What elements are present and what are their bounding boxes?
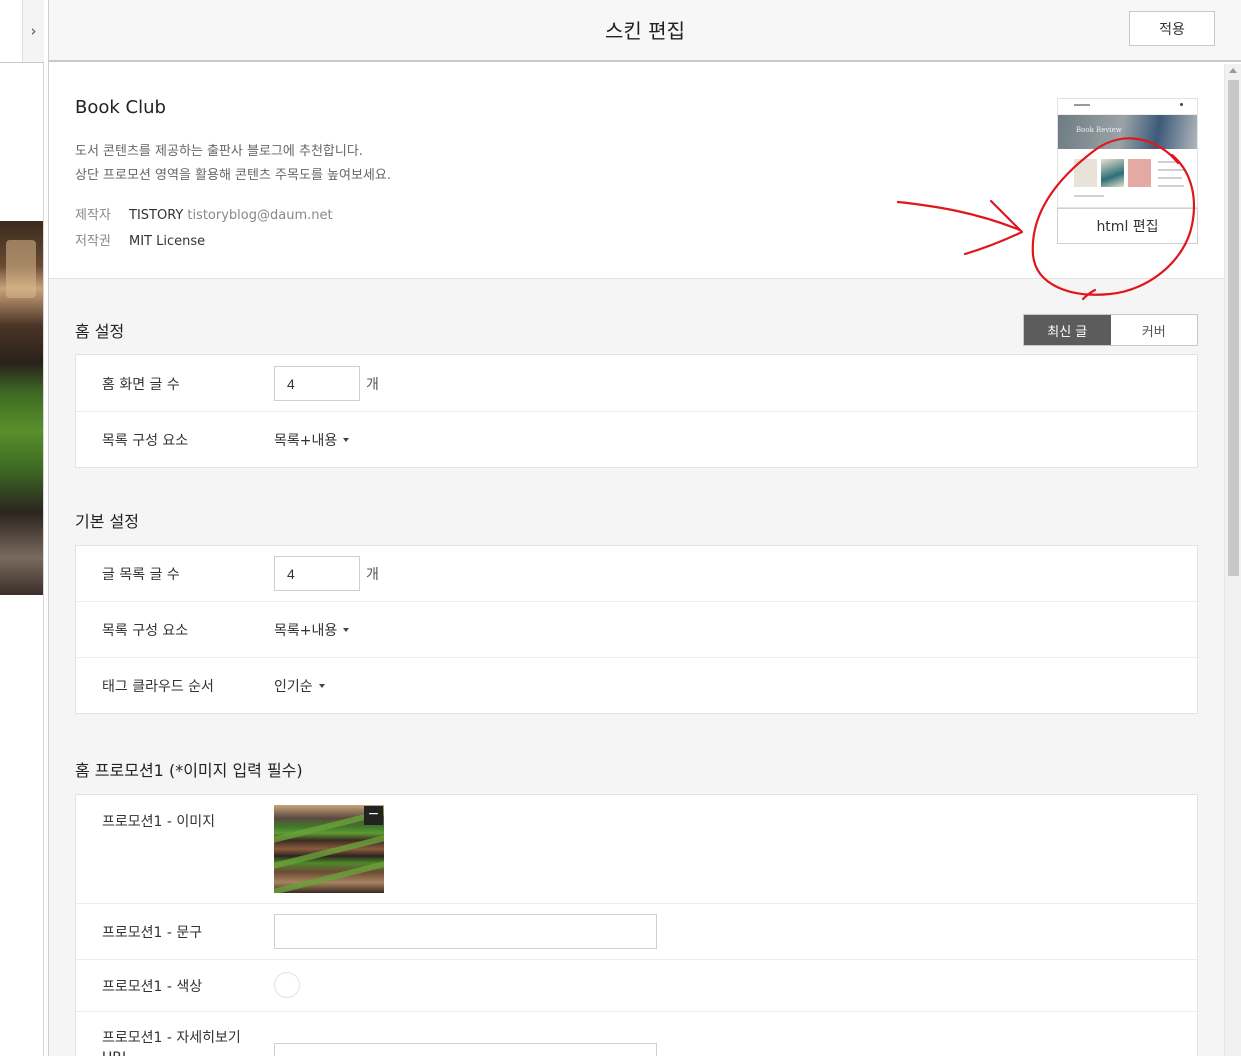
thumbnail-line	[1158, 169, 1186, 171]
caret-down-icon	[343, 438, 350, 442]
home-mode-latest-option[interactable]: 최신 글	[1024, 315, 1111, 345]
thumbnail-line	[1074, 195, 1104, 197]
apply-button[interactable]: 적용	[1129, 11, 1215, 46]
tag-order-value: 인기순	[274, 679, 313, 695]
home-list-elements-select[interactable]: 목록+내용	[274, 430, 350, 450]
scrollbar-thumb[interactable]	[1228, 80, 1239, 576]
tag-order-row: 태그 클라우드 순서 인기순	[76, 658, 1197, 713]
basic-post-count-label: 글 목록 글 수	[102, 567, 180, 583]
home-settings-panel: 홈 화면 글 수 개 목록 구성 요소 목록+내용	[75, 354, 1198, 468]
basic-list-elements-row: 목록 구성 요소 목록+내용	[76, 602, 1197, 658]
author-email: tistoryblog@daum.net	[187, 208, 333, 223]
caret-down-icon	[318, 684, 325, 688]
skin-description-line: 상단 프로모션 영역을 활용해 콘텐츠 주목도를 높여보세요.	[75, 168, 391, 183]
tag-order-label: 태그 클라우드 순서	[102, 679, 214, 695]
thumbnail-line	[1158, 161, 1178, 163]
promo-image-detail	[274, 861, 384, 893]
license-label: 저작권	[75, 234, 111, 249]
license-value: MIT License	[129, 234, 206, 249]
home-post-count-row: 홈 화면 글 수 개	[76, 355, 1197, 412]
html-edit-button[interactable]: html 편집	[1057, 208, 1198, 244]
skin-info-card: Book Club 도서 콘텐츠를 제공하는 출판사 블로그에 추천합니다. 상…	[49, 64, 1224, 279]
promo-color-row: 프로모션1 - 색상	[76, 960, 1197, 1012]
promo-color-label: 프로모션1 - 색상	[102, 979, 203, 995]
page-title: 스킨 편집	[605, 19, 685, 43]
promo-text-row: 프로모션1 - 문구	[76, 904, 1197, 960]
basic-list-elements-select[interactable]: 목록+내용	[274, 620, 350, 640]
promo-text-label: 프로모션1 - 문구	[102, 925, 203, 941]
basic-settings-title: 기본 설정	[75, 512, 139, 531]
basic-post-count-row: 글 목록 글 수 개	[76, 546, 1197, 602]
home-post-count-label: 홈 화면 글 수	[102, 377, 180, 393]
promo-link-input[interactable]	[274, 1043, 657, 1056]
promo-image-label: 프로모션1 - 이미지	[102, 814, 216, 830]
promo-link-label: 프로모션1 - 자세히보기 URL	[102, 1030, 241, 1056]
skin-thumbnail: Book Review	[1057, 98, 1198, 208]
basic-settings-panel: 글 목록 글 수 개 목록 구성 요소 목록+내용 태그 클라우드 순서 인기순	[75, 545, 1198, 714]
promo-text-input[interactable]	[274, 914, 657, 949]
basic-list-elements-label: 목록 구성 요소	[102, 623, 189, 639]
collapse-toggle-button[interactable]: ›	[22, 0, 44, 62]
thumbnail-card	[1128, 159, 1151, 187]
preview-header-rule	[0, 62, 44, 63]
thumbnail-line	[1158, 185, 1184, 187]
home-mode-toggle: 최신 글 커버	[1023, 314, 1198, 346]
author-name: TISTORY	[129, 208, 184, 223]
home-settings-title: 홈 설정	[75, 322, 125, 341]
promo-image-detail	[274, 835, 384, 869]
thumbnail-line	[1158, 177, 1182, 179]
caret-down-icon	[343, 628, 350, 632]
home-post-count-input[interactable]	[274, 366, 360, 401]
home-mode-cover-option[interactable]: 커버	[1111, 315, 1198, 345]
promo-panel: 프로모션1 - 이미지 − 프로모션1 - 문구 프로모션1 - 색상 프로모션…	[75, 794, 1198, 1056]
promo-image-preview[interactable]: −	[274, 805, 384, 893]
promo-link-row: 프로모션1 - 자세히보기 URL	[76, 1012, 1197, 1056]
thumbnail-card	[1101, 159, 1124, 187]
home-post-count-unit: 개	[366, 377, 379, 393]
thumbnail-banner-text: Book Review	[1076, 126, 1122, 134]
license-row: 저작권 MIT License	[75, 230, 205, 249]
remove-image-icon[interactable]: −	[364, 806, 383, 825]
skin-name: Book Club	[75, 97, 166, 118]
home-list-elements-row: 목록 구성 요소 목록+내용	[76, 412, 1197, 467]
home-list-elements-label: 목록 구성 요소	[102, 433, 189, 449]
author-label: 제작자	[75, 208, 111, 223]
preview-pane: ›	[0, 0, 44, 1056]
vertical-scrollbar[interactable]	[1224, 64, 1241, 1056]
thumbnail-nav	[1058, 99, 1197, 115]
settings-pane: Book Club 도서 콘텐츠를 제공하는 출판사 블로그에 추천합니다. 상…	[49, 64, 1224, 1056]
promo-image-row: 프로모션1 - 이미지 −	[76, 795, 1197, 904]
preview-image-detail	[6, 240, 36, 298]
scroll-up-icon[interactable]	[1229, 68, 1237, 73]
promo-title: 홈 프로모션1 (*이미지 입력 필수)	[75, 761, 303, 780]
basic-list-elements-value: 목록+내용	[274, 623, 338, 639]
thumbnail-card	[1074, 159, 1097, 187]
basic-post-count-unit: 개	[366, 567, 379, 583]
chevron-right-icon: ›	[30, 22, 37, 40]
promo-color-picker[interactable]	[274, 972, 300, 998]
author-row: 제작자 TISTORY tistoryblog@daum.net	[75, 204, 333, 223]
skin-description-line: 도서 콘텐츠를 제공하는 출판사 블로그에 추천합니다.	[75, 144, 363, 159]
basic-post-count-input[interactable]	[274, 556, 360, 591]
home-list-elements-value: 목록+내용	[274, 433, 338, 449]
tag-order-select[interactable]: 인기순	[274, 676, 325, 696]
skin-description: 도서 콘텐츠를 제공하는 출판사 블로그에 추천합니다. 상단 프로모션 영역을…	[75, 140, 391, 188]
editor-header: 스킨 편집 적용	[49, 0, 1241, 62]
